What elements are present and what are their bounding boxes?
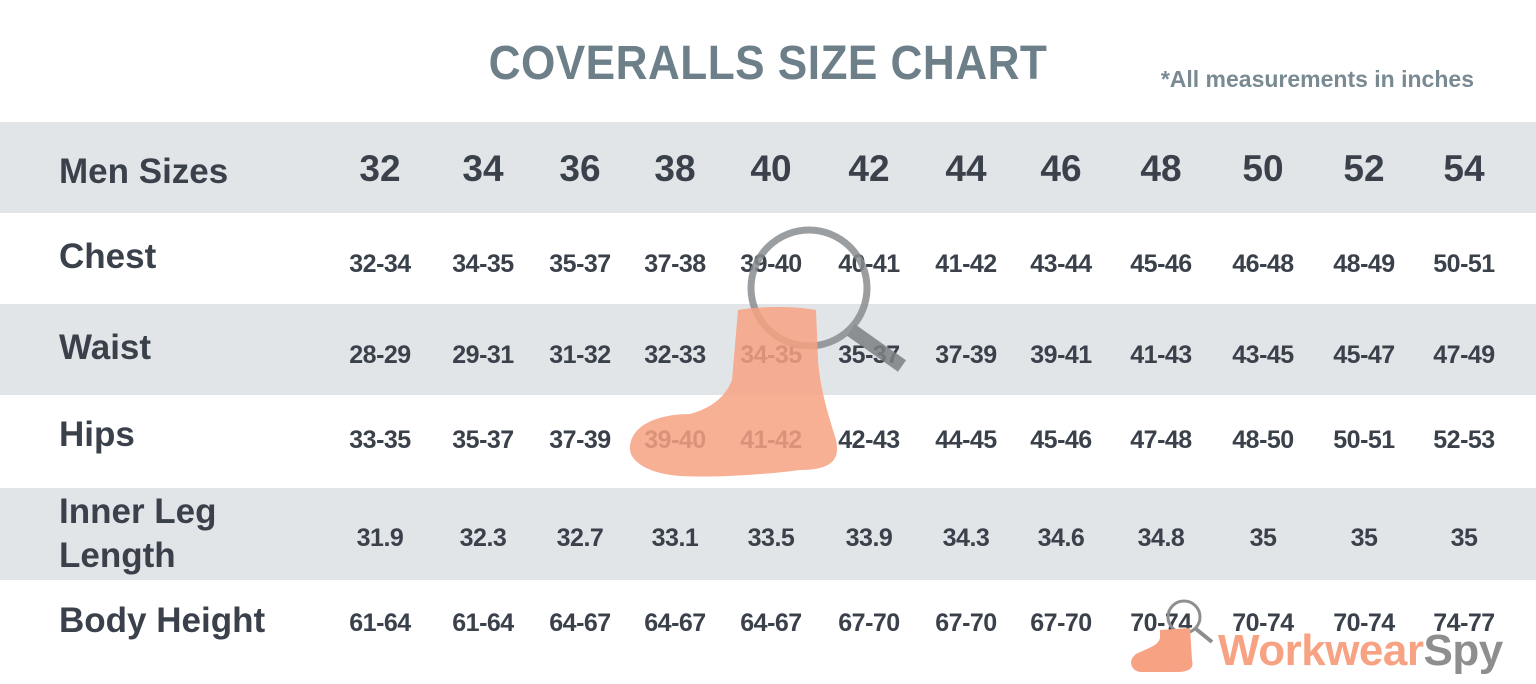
size-header-cell: 36 [559,148,601,189]
table-cell: 33-35 [349,426,411,454]
table-cell: 64-67 [740,609,802,637]
size-header-cell: 32 [359,148,401,189]
table-cell: 47-49 [1433,341,1495,369]
table-row: Hips 33-35 35-37 37-39 39-40 41-42 42-43 44-45… [0,395,1536,488]
size-header-cell: 34 [462,148,504,189]
table-cell: 45-46 [1030,426,1092,454]
size-header-cell: 40 [750,148,792,189]
table-cell: 34.8 [1137,524,1185,552]
table-cell: 37-38 [644,250,706,278]
table-cell: 45-47 [1333,341,1395,369]
row-label: Men Sizes [59,152,229,191]
table-cell: 61-64 [452,609,514,637]
table-cell: 41-43 [1130,341,1192,369]
table-cell: 48-50 [1232,426,1294,454]
table-row: Chest 32-34 34-35 35-37 37-38 39-40 40-41 41-4… [0,213,1536,304]
row-label: Inner Leg Length [59,490,217,578]
table-cell: 67-70 [935,609,997,637]
table-cell: 52-53 [1433,426,1495,454]
table-cell: 40-41 [838,250,900,278]
table-cell: 39-40 [644,426,706,454]
size-header-cell: 48 [1140,148,1182,189]
table-cell: 39-41 [1030,341,1092,369]
table-cell: 39-40 [740,250,802,278]
size-header-cell: 42 [848,148,890,189]
table-cell: 67-70 [838,609,900,637]
table-cell: 61-64 [349,609,411,637]
logo-text-part2: Spy [1423,626,1504,675]
table-cell: 32.3 [459,524,507,552]
table-cell: 32.7 [556,524,604,552]
table-cell: 34.3 [942,524,990,552]
table-cell: 37-39 [935,341,997,369]
size-header-cell: 46 [1040,148,1082,189]
table-cell: 70-74 [1130,609,1192,637]
table-cell: 29-31 [452,341,514,369]
table-cell: 32-34 [349,250,411,278]
table-cell: 35-37 [549,250,611,278]
table-cell: 34-35 [452,250,514,278]
table-cell: 50-51 [1333,426,1395,454]
table-cell: 64-67 [644,609,706,637]
header-row: Men Sizes 32 34 36 38 40 42 44 46 48 50 52 54 [0,122,1536,213]
table-cell: 64-67 [549,609,611,637]
table-cell: 31-32 [549,341,611,369]
size-header-cell: 44 [945,148,987,189]
row-label-line: Length [59,536,176,575]
logo-text-part1: Workwear [1218,626,1424,675]
table-cell: 45-46 [1130,250,1192,278]
row-label: Waist [59,328,152,367]
table-cell: 46-48 [1232,250,1294,278]
table-cell: 48-49 [1333,250,1395,278]
table-cell: 34.6 [1037,524,1085,552]
size-header-cell: 38 [654,148,696,189]
units-note: *All measurements in inches [1160,66,1474,92]
table-cell: 32-33 [644,341,706,369]
table-cell: 67-70 [1030,609,1092,637]
table-cell: 35-37 [838,341,900,369]
table-cell: 37-39 [549,426,611,454]
row-label-line: Inner Leg [59,492,217,531]
table-row: Waist 28-29 29-31 31-32 32-33 34-35 35-37 37-3… [0,304,1536,395]
size-table: Men Sizes 32 34 36 38 40 42 44 46 48 50 52 54 Chest… [0,122,1536,684]
table-cell: 34-35 [740,341,802,369]
row-label: Chest [59,237,157,276]
row-label: Hips [59,415,135,454]
table-row: Inner Leg Length 31.9 32.3 32.7 33.1 33.5 33.… [0,488,1536,580]
size-header-cell: 54 [1443,148,1485,189]
table-cell: 31.9 [356,524,404,552]
row-label: Body Height [59,601,266,640]
table-cell: 50-51 [1433,250,1495,278]
table-cell: 33.9 [845,524,893,552]
table-cell: 33.5 [747,524,795,552]
table-cell: 35-37 [452,426,514,454]
table-cell: 35 [1350,524,1378,552]
workwearspy-logo: WorkwearSpy [1218,626,1503,676]
table-cell: 42-43 [838,426,900,454]
table-cell: 44-45 [935,426,997,454]
table-cell: 41-42 [935,250,997,278]
table-cell: 41-42 [740,426,802,454]
table-cell: 43-45 [1232,341,1294,369]
size-header-cell: 52 [1343,148,1385,189]
table-cell: 47-48 [1130,426,1192,454]
table-cell: 35 [1249,524,1277,552]
size-header-cell: 50 [1242,148,1284,189]
table-cell: 28-29 [349,341,411,369]
table-cell: 43-44 [1030,250,1092,278]
table-cell: 33.1 [651,524,699,552]
table-cell: 35 [1450,524,1478,552]
